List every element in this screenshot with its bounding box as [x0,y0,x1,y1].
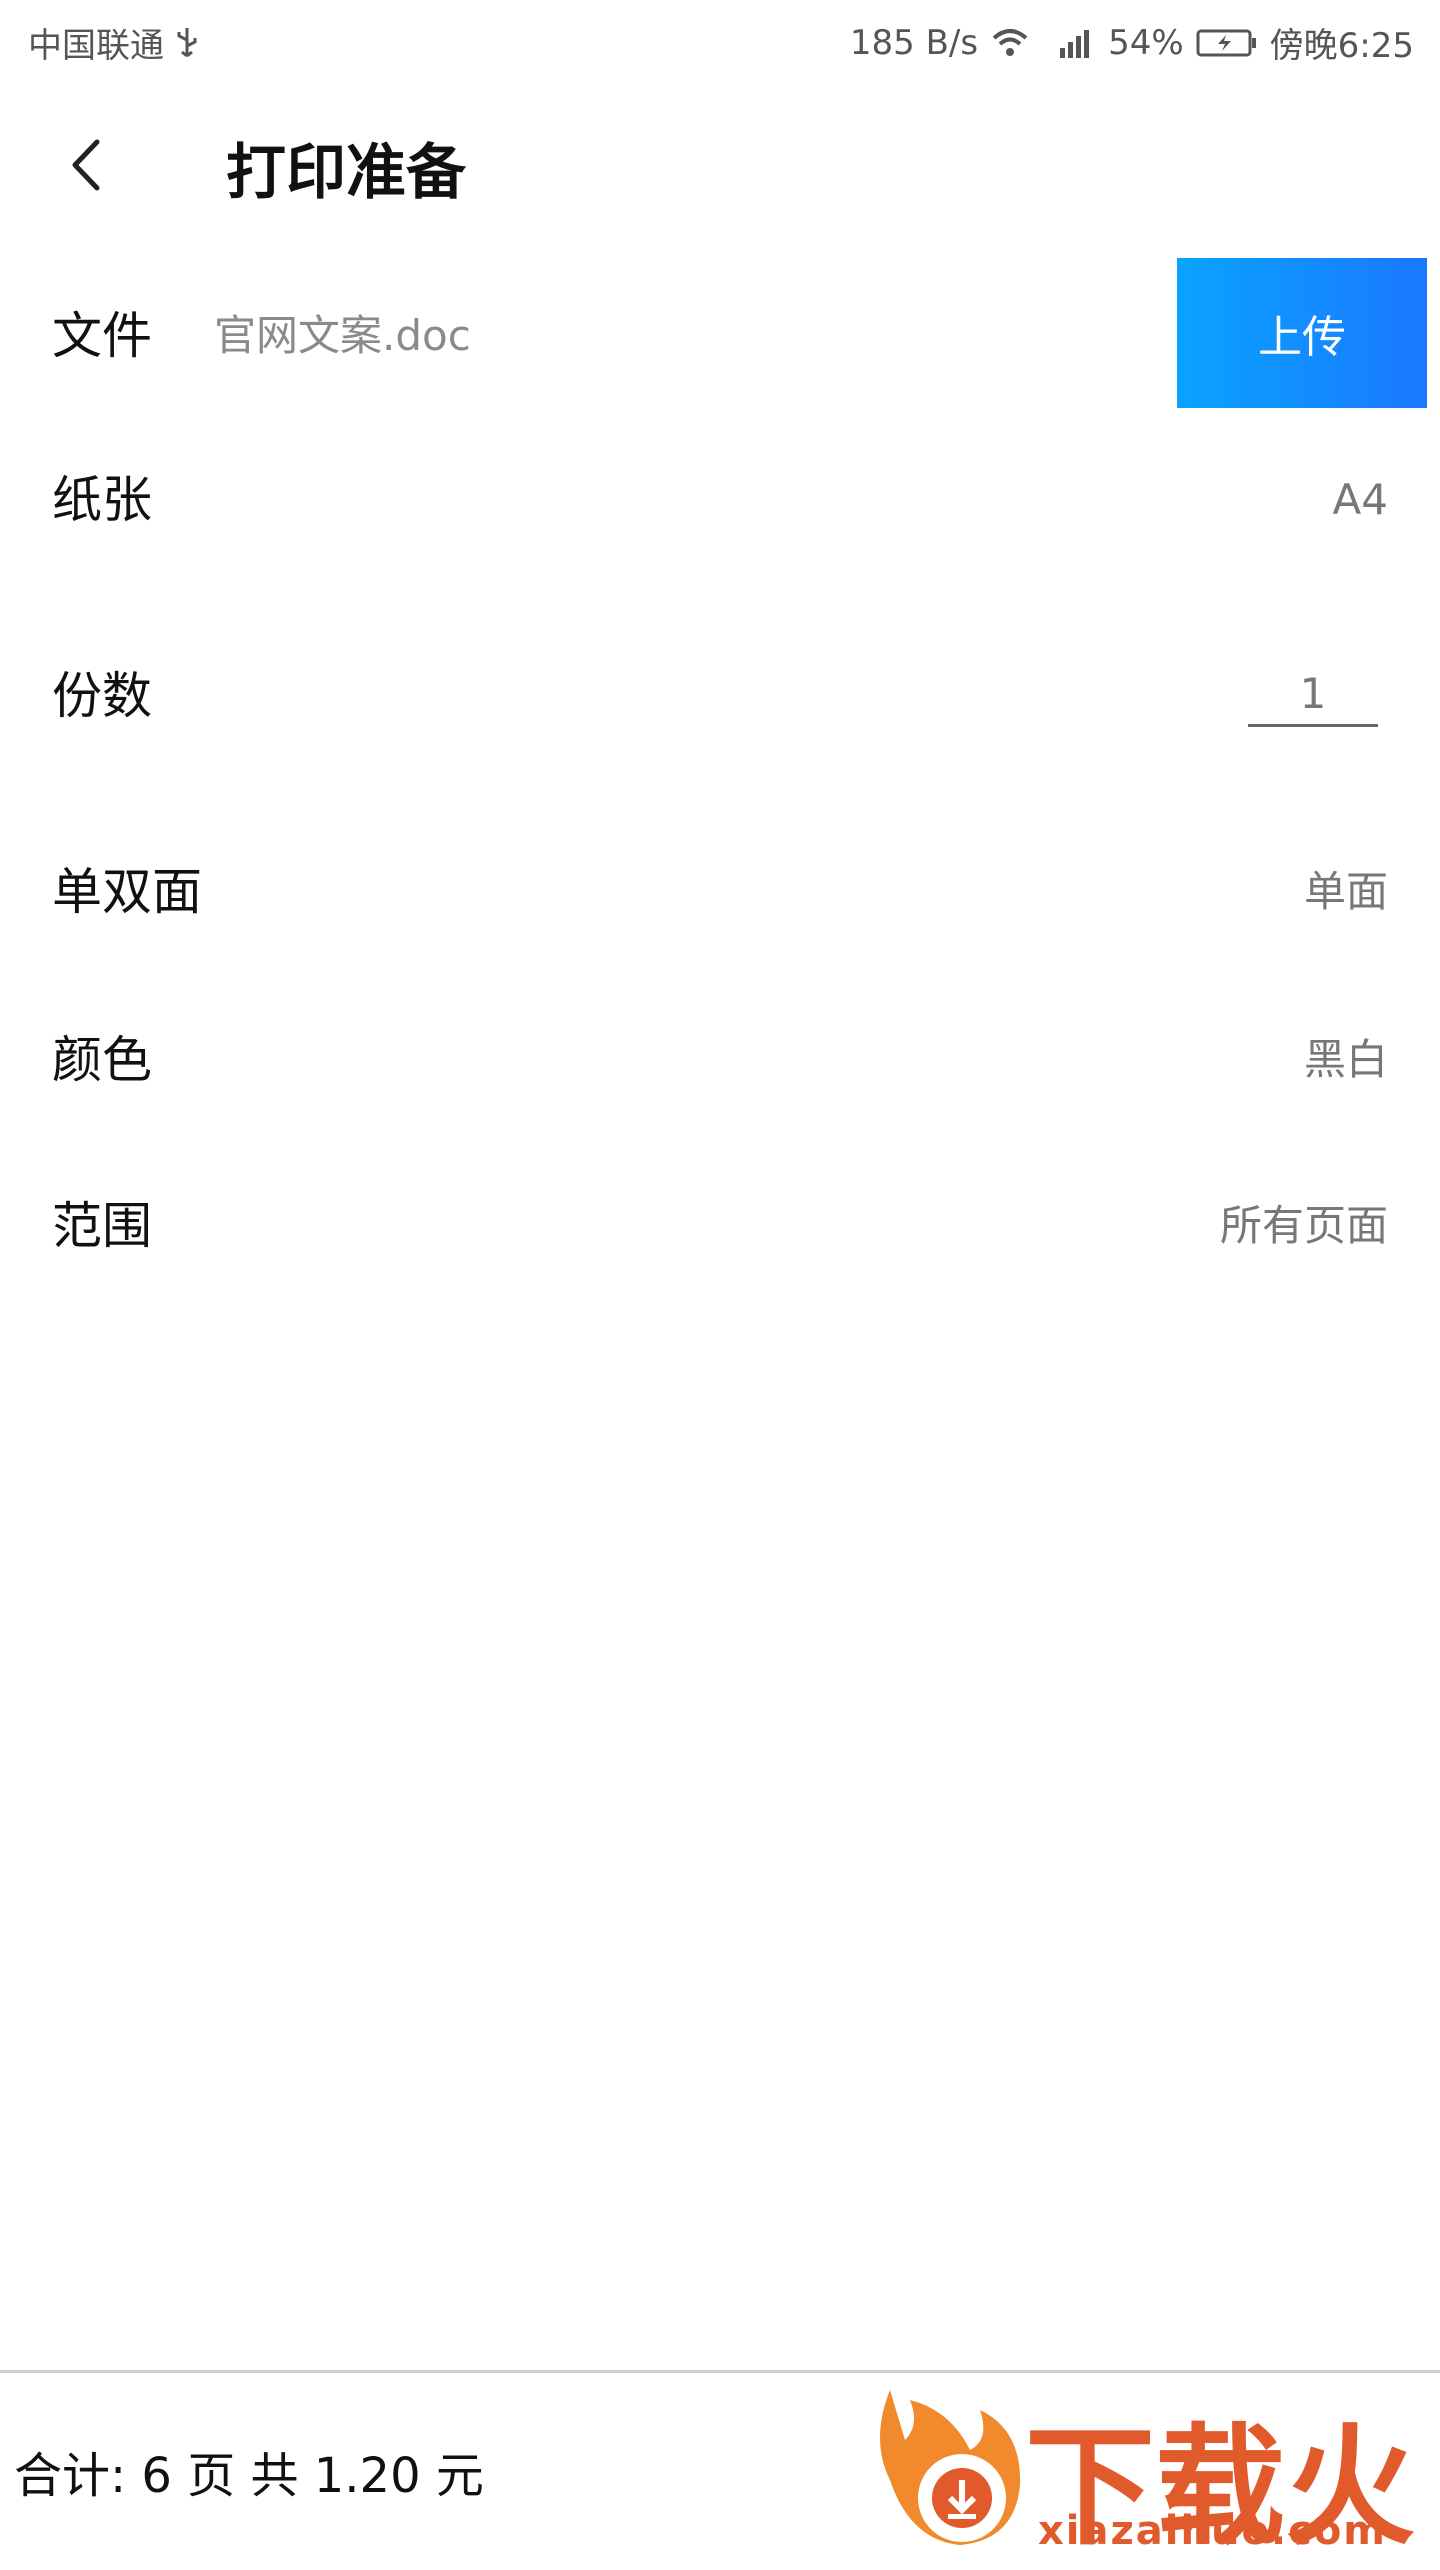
upload-button[interactable]: 上传 [1177,258,1427,408]
watermark: 下载火 xiazaihuo.com [850,2370,1440,2563]
copies-row: 份数 [0,636,1440,756]
page-title: 打印准备 [226,138,466,208]
paper-row[interactable]: 纸张 A4 [0,440,1440,560]
status-left: 中国联通 [28,18,200,67]
copies-input[interactable] [1248,662,1378,727]
color-value: 黑白 [1303,1035,1388,1084]
duplex-label: 单双面 [52,863,202,921]
signal-icon [1042,26,1096,60]
file-label: 文件 [52,307,152,365]
range-label: 范围 [52,1197,152,1255]
copies-label: 份数 [52,667,152,725]
total-summary: 合计: 6 页 共 1.20 元 [14,2448,484,2504]
paper-label: 纸张 [52,471,152,529]
color-label: 颜色 [52,1031,152,1089]
color-row[interactable]: 颜色 黑白 [0,1000,1440,1120]
file-row: 文件 官网文案.doc 上传 [0,258,1440,426]
usb-icon [174,26,200,60]
wifi-icon [990,26,1030,60]
duplex-row[interactable]: 单双面 单面 [0,832,1440,952]
duplex-value: 单面 [1303,867,1388,916]
chevron-left-icon [72,139,100,191]
back-button[interactable] [55,130,125,200]
header: 打印准备 [0,110,1440,220]
network-speed: 185 B/s [849,22,979,63]
range-row[interactable]: 范围 所有页面 [0,1166,1440,1286]
battery-percent: 54% [1108,22,1184,63]
clock: 傍晚6:25 [1269,26,1414,66]
paper-value: A4 [1332,475,1388,524]
carrier-name: 中国联通 [28,26,164,66]
range-value: 所有页面 [1219,1201,1388,1250]
status-bar: 中国联通 185 B/s 54% 傍晚6:25 [0,0,1440,78]
flame-logo-icon [880,2390,1021,2545]
status-right: 185 B/s 54% 傍晚6:25 [850,18,1414,67]
watermark-site: xiazaihuo.com [1038,2508,1387,2554]
battery-charging-icon [1196,28,1258,58]
file-name: 官网文案.doc [214,311,471,360]
